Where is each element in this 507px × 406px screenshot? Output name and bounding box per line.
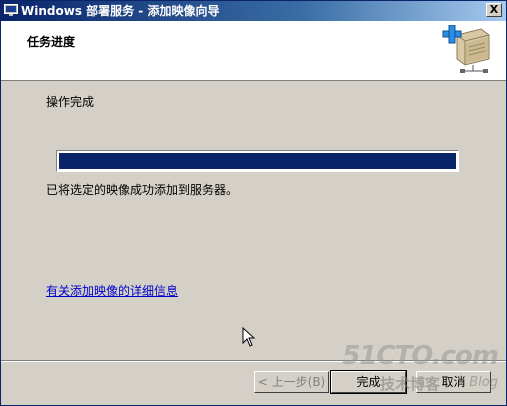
wizard-window: Windows 部署服务 - 添加映像向导 X 任务进度 操作完成 已将选定的映…	[0, 0, 507, 406]
cancel-button[interactable]: 取消	[416, 371, 491, 393]
result-message: 已将选定的映像成功添加到服务器。	[46, 183, 239, 197]
window-title: Windows 部署服务 - 添加映像向导	[21, 4, 220, 18]
page-title: 任务进度	[27, 35, 76, 49]
details-link[interactable]: 有关添加映像的详细信息	[46, 282, 178, 299]
progress-bar	[56, 150, 459, 172]
button-bar: < 上一步(B) 完成 取消	[1, 360, 506, 405]
wizard-header: 任务进度	[1, 21, 506, 81]
finish-button[interactable]: 完成	[330, 370, 407, 394]
title-bar[interactable]: Windows 部署服务 - 添加映像向导 X	[1, 1, 506, 21]
operation-status: 操作完成	[46, 95, 95, 109]
mouse-pointer-icon	[242, 327, 256, 347]
monitor-icon	[4, 4, 18, 16]
close-button[interactable]: X	[486, 3, 502, 17]
progress-fill	[59, 153, 456, 169]
back-button[interactable]: < 上一步(B)	[254, 371, 329, 393]
add-image-server-icon	[442, 25, 490, 73]
